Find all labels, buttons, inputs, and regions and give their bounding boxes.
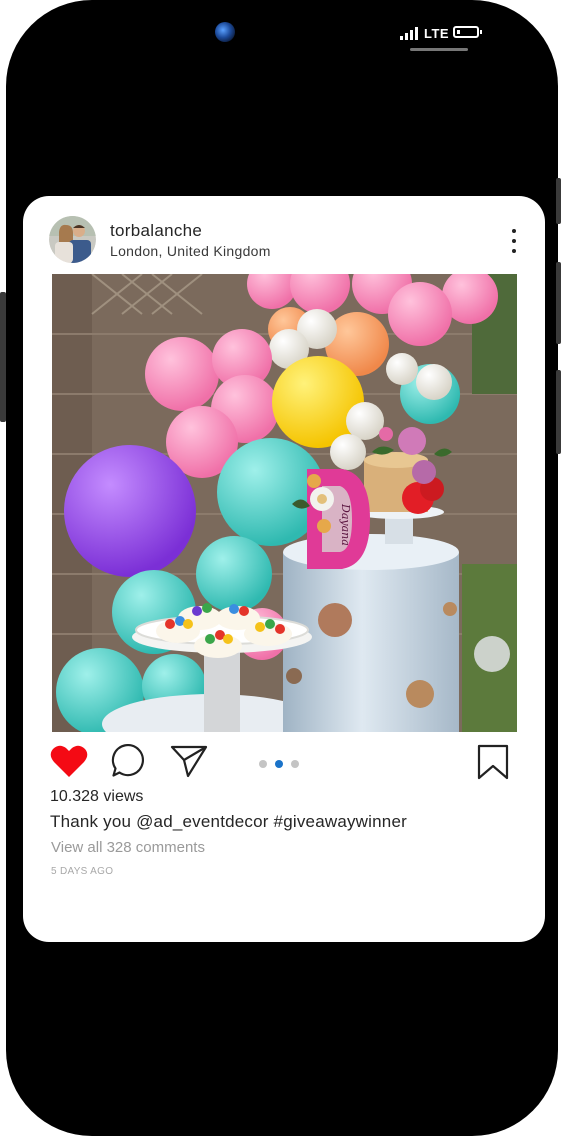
side-button-bottom — [556, 370, 561, 454]
view-comments-link[interactable]: View all 328 comments — [51, 839, 205, 856]
status-bar: LTE — [400, 24, 449, 42]
bookmark-icon[interactable] — [477, 744, 509, 780]
post-location[interactable]: London, United Kingdom — [110, 243, 271, 259]
post-actions — [0, 744, 563, 780]
photo-letter-text: Dayana — [339, 503, 352, 546]
battery-cap — [480, 30, 482, 34]
carousel-dot — [259, 760, 267, 768]
post-username[interactable]: torbalanche — [110, 221, 202, 241]
comment-icon[interactable] — [111, 744, 145, 778]
post-caption: Thank you @ad_eventdecor #giveawaywinner — [50, 812, 407, 831]
carousel-dot — [275, 760, 283, 768]
network-label: LTE — [424, 25, 450, 41]
volume-button — [0, 292, 6, 422]
more-icon[interactable] — [506, 229, 522, 253]
heart-icon[interactable] — [50, 744, 88, 778]
carousel-dot — [291, 760, 299, 768]
side-button-top — [556, 178, 561, 224]
carousel-indicator — [259, 760, 299, 768]
post-photo[interactable]: Dayana — [52, 274, 517, 732]
signal-icon — [400, 26, 418, 40]
status-indicator-line — [410, 48, 468, 51]
post-timestamp: 5 DAYS AGO — [51, 866, 114, 877]
side-button-middle — [556, 262, 561, 344]
front-camera — [215, 22, 235, 42]
share-icon[interactable] — [170, 744, 208, 778]
battery-icon — [453, 26, 479, 38]
avatar[interactable] — [49, 216, 96, 263]
views-count: 10.328 views — [50, 788, 144, 805]
